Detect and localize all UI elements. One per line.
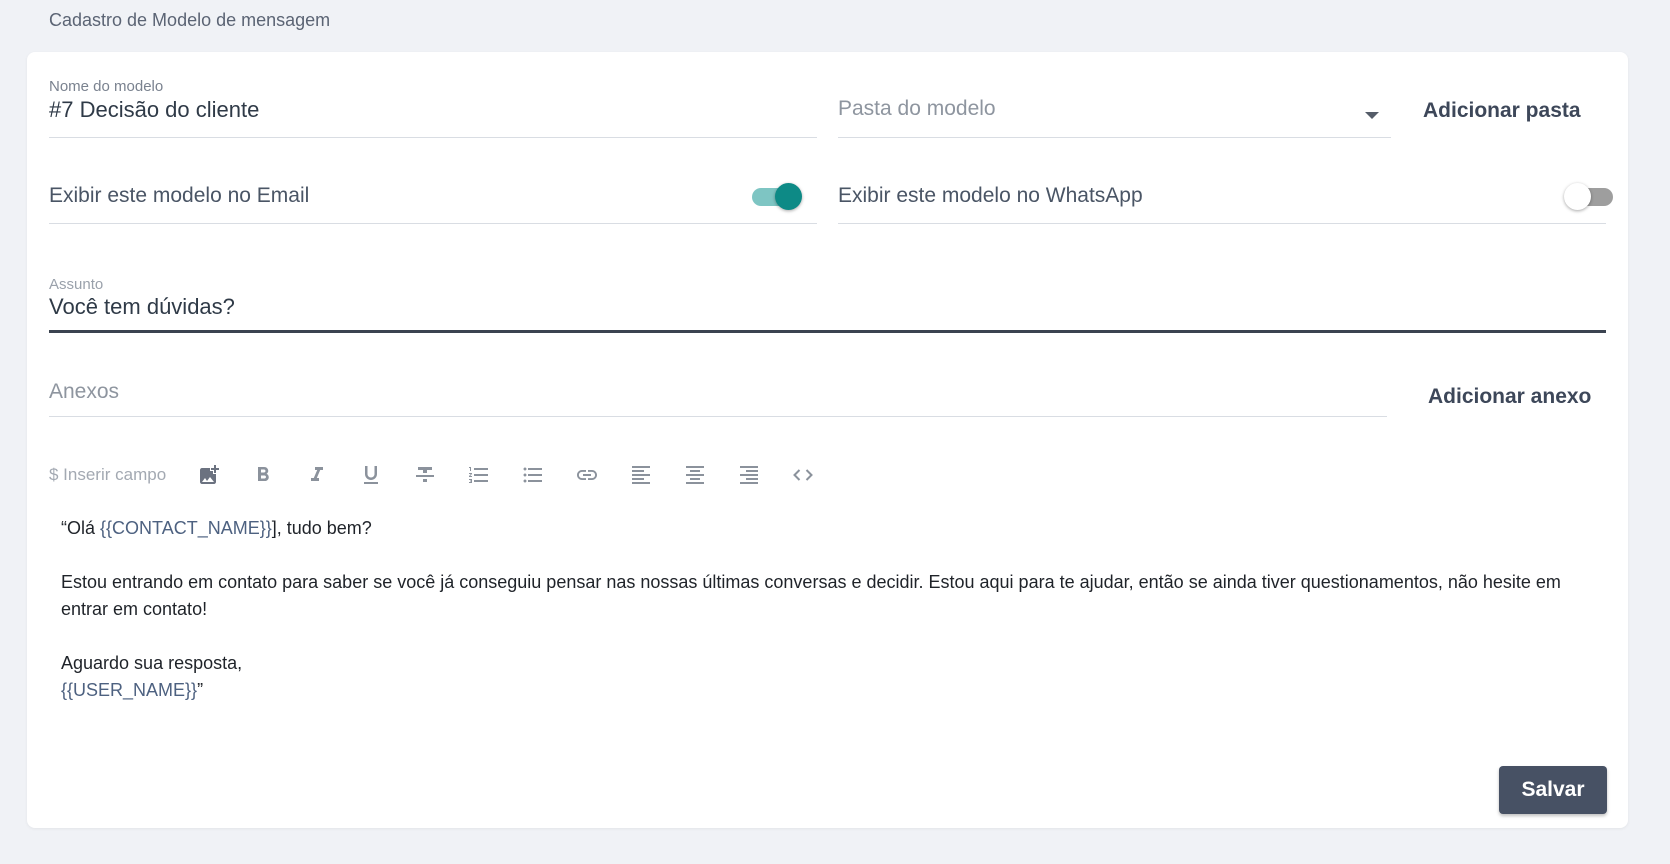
link-icon[interactable] — [560, 460, 614, 490]
email-visibility-row: Exibir este modelo no Email — [49, 160, 817, 224]
template-form-card: Nome do modelo #7 Decisão do cliente Pas… — [27, 52, 1628, 828]
template-folder-placeholder: Pasta do modelo — [838, 97, 996, 120]
attachments-placeholder: Anexos — [49, 380, 120, 403]
message-body-editor[interactable]: “Olá {{CONTACT_NAME}}], tudo bem? Estou … — [61, 515, 1591, 704]
whatsapp-visibility-row: Exibir este modelo no WhatsApp — [838, 160, 1613, 224]
underline-icon[interactable] — [344, 460, 398, 490]
ordered-list-icon[interactable] — [452, 460, 506, 490]
add-folder-button[interactable]: Adicionar pasta — [1423, 99, 1581, 123]
template-folder-select[interactable]: Pasta do modelo — [838, 78, 1391, 138]
bold-icon[interactable] — [236, 460, 290, 490]
editor-toolbar: $ Inserir campo — [49, 460, 830, 490]
email-visibility-toggle[interactable] — [752, 182, 802, 210]
align-right-icon[interactable] — [722, 460, 776, 490]
whatsapp-visibility-toggle[interactable] — [1564, 182, 1617, 210]
template-name-field[interactable]: Nome do modelo #7 Decisão do cliente — [49, 78, 817, 138]
insert-field-button[interactable]: $ Inserir campo — [49, 465, 166, 485]
signature-line: {{USER_NAME}}” — [61, 680, 204, 700]
email-visibility-label: Exibir este modelo no Email — [49, 184, 310, 207]
add-attachment-button[interactable]: Adicionar anexo — [1428, 385, 1591, 409]
page-title: Cadastro de Modelo de mensagem — [49, 10, 331, 30]
whatsapp-visibility-label: Exibir este modelo no WhatsApp — [838, 184, 1143, 207]
align-center-icon[interactable] — [668, 460, 722, 490]
contact-name-variable: {{CONTACT_NAME}} — [100, 518, 272, 538]
body-paragraph: Estou entrando em contato para saber se … — [61, 572, 1561, 619]
strikethrough-icon[interactable] — [398, 460, 452, 490]
code-icon[interactable] — [776, 460, 830, 490]
template-name-label: Nome do modelo — [49, 78, 164, 95]
subject-label: Assunto — [49, 276, 104, 293]
save-button[interactable]: Salvar — [1499, 766, 1607, 814]
greeting-line: “Olá {{CONTACT_NAME}}], tudo bem? — [61, 518, 372, 538]
add-image-icon[interactable] — [182, 460, 236, 490]
closing-line: Aguardo sua resposta, — [61, 653, 243, 673]
subject-input[interactable]: Você tem dúvidas? — [49, 294, 235, 320]
attachments-field[interactable]: Anexos — [49, 362, 1387, 417]
subject-field[interactable]: Assunto Você tem dúvidas? — [49, 276, 1606, 333]
align-left-icon[interactable] — [614, 460, 668, 490]
italic-icon[interactable] — [290, 460, 344, 490]
bullet-list-icon[interactable] — [506, 460, 560, 490]
template-name-input[interactable]: #7 Decisão do cliente — [49, 97, 259, 123]
user-name-variable: {{USER_NAME}} — [61, 680, 198, 700]
chevron-down-icon[interactable] — [1365, 112, 1379, 119]
